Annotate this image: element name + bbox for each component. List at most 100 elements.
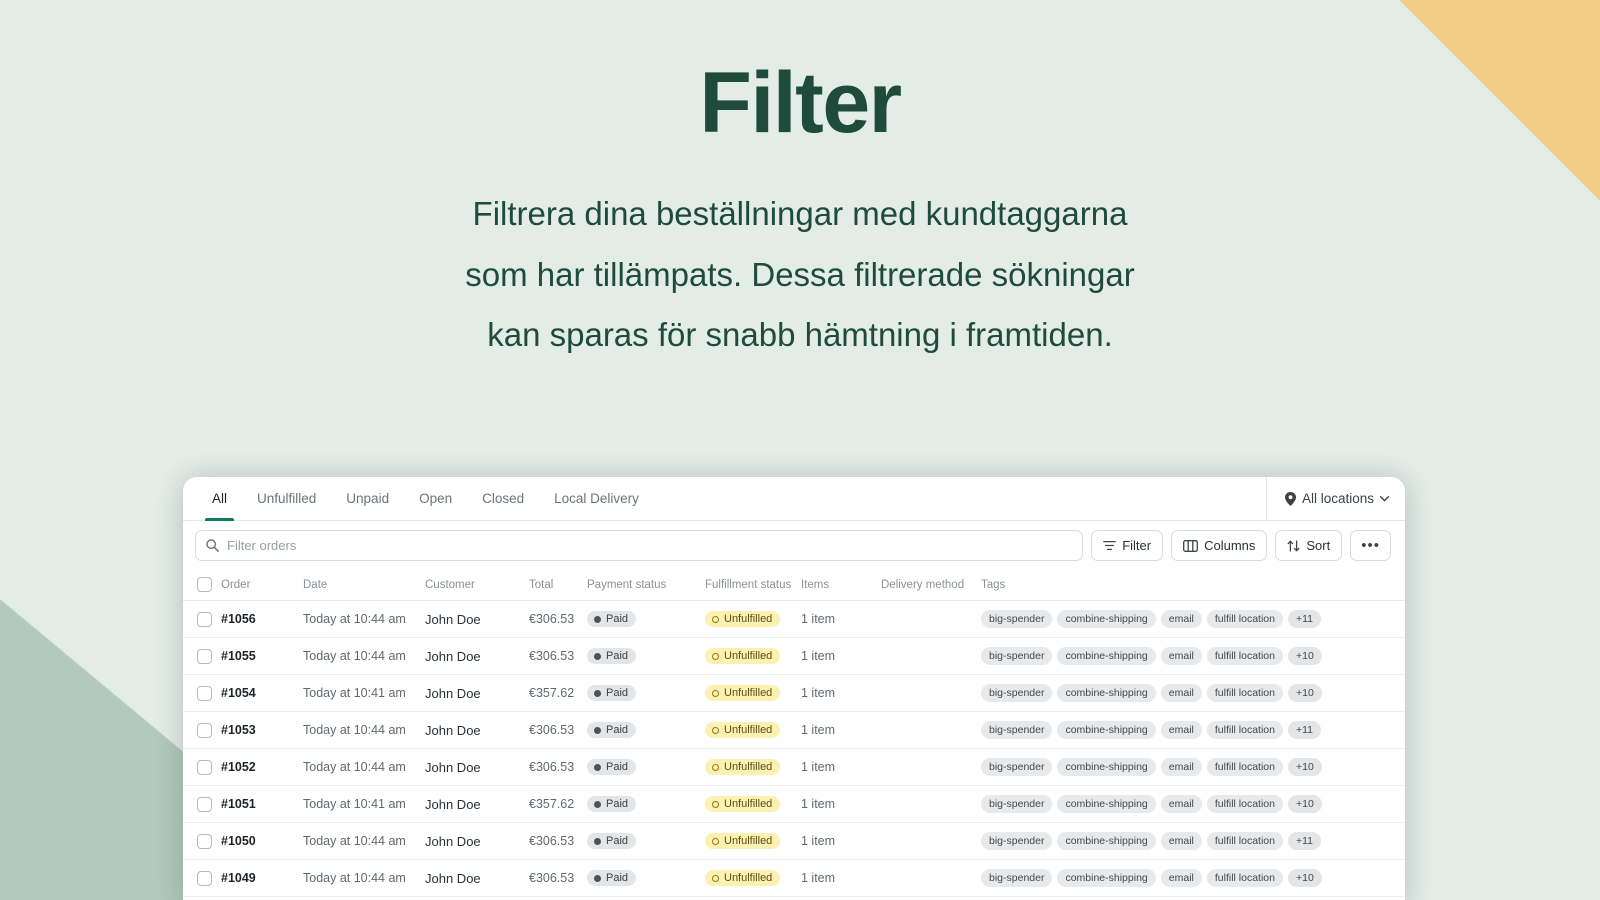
column-header-payment-status[interactable]: Payment status — [587, 570, 705, 601]
tab-unpaid[interactable]: Unpaid — [331, 477, 404, 520]
column-header-delivery-method[interactable]: Delivery method — [881, 570, 981, 601]
column-header-order[interactable]: Order — [221, 570, 303, 601]
order-tag[interactable]: combine-shipping — [1057, 795, 1156, 813]
order-tag[interactable]: fulfill location — [1206, 832, 1283, 850]
hero-section: Filter Filtrera dina beställningar med k… — [0, 0, 1600, 365]
tab-all[interactable]: All — [197, 477, 242, 521]
order-tag[interactable]: fulfill location — [1206, 721, 1283, 739]
table-row[interactable]: #1053 Today at 10:44 am John Doe €306.53… — [183, 711, 1405, 749]
order-tag[interactable]: email — [1160, 795, 1202, 813]
order-tag[interactable]: big-spender — [981, 758, 1053, 776]
cell-delivery-method — [881, 859, 981, 897]
order-number[interactable]: #1050 — [221, 834, 256, 848]
order-tag[interactable]: email — [1160, 610, 1202, 628]
cell-customer: John Doe — [425, 896, 529, 900]
row-checkbox[interactable] — [197, 796, 212, 812]
table-row[interactable]: #1052 Today at 10:44 am John Doe €306.53… — [183, 748, 1405, 786]
tag-overflow-count[interactable]: +11 — [1287, 832, 1322, 850]
status-dot-filled-icon — [594, 763, 601, 771]
order-tag[interactable]: combine-shipping — [1057, 721, 1156, 739]
tab-local-delivery[interactable]: Local Delivery — [539, 477, 654, 520]
order-tag[interactable]: combine-shipping — [1057, 832, 1156, 850]
table-row[interactable]: #1051 Today at 10:41 am John Doe €357.62… — [183, 785, 1405, 823]
table-row[interactable]: #1055 Today at 10:44 am John Doe €306.53… — [183, 637, 1405, 675]
order-number[interactable]: #1054 — [221, 686, 256, 700]
column-header-total[interactable]: Total — [529, 570, 587, 601]
location-selector[interactable]: All locations — [1265, 477, 1405, 520]
order-number[interactable]: #1049 — [221, 871, 256, 885]
sort-button[interactable]: Sort — [1275, 530, 1343, 561]
order-tag[interactable]: combine-shipping — [1057, 869, 1156, 887]
order-tag[interactable]: email — [1160, 758, 1202, 776]
row-checkbox[interactable] — [197, 759, 212, 775]
row-checkbox[interactable] — [197, 722, 212, 738]
order-tag[interactable]: email — [1160, 647, 1202, 665]
search-placeholder: Filter orders — [227, 538, 297, 553]
tag-overflow-count[interactable]: +10 — [1287, 795, 1322, 813]
order-number[interactable]: #1053 — [221, 723, 256, 737]
order-number[interactable]: #1055 — [221, 649, 256, 663]
order-number[interactable]: #1052 — [221, 760, 256, 774]
order-tag[interactable]: fulfill location — [1206, 647, 1283, 665]
table-row[interactable]: #1054 Today at 10:41 am John Doe €357.62… — [183, 674, 1405, 712]
column-header-date[interactable]: Date — [303, 570, 425, 601]
order-tag[interactable]: email — [1160, 721, 1202, 739]
order-tag[interactable]: big-spender — [981, 869, 1053, 887]
column-header-items[interactable]: Items — [801, 570, 881, 601]
order-tag[interactable]: combine-shipping — [1057, 610, 1156, 628]
order-tag[interactable]: big-spender — [981, 795, 1053, 813]
map-pin-icon — [1284, 491, 1296, 506]
order-tag[interactable]: fulfill location — [1206, 758, 1283, 776]
table-row[interactable]: #1054 Today at 10:41 am John Doe €357.62… — [183, 896, 1405, 900]
tag-overflow-count[interactable]: +10 — [1287, 758, 1322, 776]
table-row[interactable]: #1050 Today at 10:44 am John Doe €306.53… — [183, 822, 1405, 860]
columns-button[interactable]: Columns — [1171, 530, 1268, 561]
tag-overflow-count[interactable]: +10 — [1287, 684, 1322, 702]
order-tag[interactable]: email — [1160, 832, 1202, 850]
order-number[interactable]: #1051 — [221, 797, 256, 811]
status-dot-ring-icon — [712, 763, 719, 771]
tab-open[interactable]: Open — [404, 477, 467, 520]
order-tag[interactable]: email — [1160, 869, 1202, 887]
table-row[interactable]: #1056 Today at 10:44 am John Doe €306.53… — [183, 600, 1405, 638]
order-tag[interactable]: big-spender — [981, 832, 1053, 850]
customer-name: John Doe — [425, 833, 481, 849]
order-tag[interactable]: combine-shipping — [1057, 758, 1156, 776]
row-select-cell — [183, 637, 221, 675]
order-tag[interactable]: big-spender — [981, 610, 1053, 628]
order-tag[interactable]: combine-shipping — [1057, 684, 1156, 702]
cell-payment-status: Paid — [587, 822, 705, 860]
order-tag[interactable]: fulfill location — [1206, 684, 1283, 702]
order-tag[interactable]: fulfill location — [1206, 795, 1283, 813]
row-checkbox[interactable] — [197, 833, 212, 849]
row-checkbox[interactable] — [197, 611, 212, 627]
order-tag[interactable]: big-spender — [981, 721, 1053, 739]
order-tag[interactable]: fulfill location — [1206, 869, 1283, 887]
select-all-checkbox[interactable] — [197, 577, 212, 592]
column-header-customer[interactable]: Customer — [425, 570, 529, 601]
tab-closed[interactable]: Closed — [467, 477, 539, 520]
tag-overflow-count[interactable]: +10 — [1287, 869, 1322, 887]
tag-overflow-count[interactable]: +11 — [1287, 610, 1322, 628]
column-header-tags[interactable]: Tags — [981, 570, 1405, 601]
order-tag[interactable]: fulfill location — [1206, 610, 1283, 628]
order-tag[interactable]: big-spender — [981, 647, 1053, 665]
row-checkbox[interactable] — [197, 870, 212, 886]
row-checkbox[interactable] — [197, 685, 212, 701]
search-input[interactable]: Filter orders — [195, 530, 1084, 561]
order-number[interactable]: #1056 — [221, 612, 256, 626]
tag-overflow-count[interactable]: +11 — [1287, 721, 1322, 739]
tag-overflow-count[interactable]: +10 — [1287, 647, 1322, 665]
cell-total: €357.62 — [529, 674, 587, 712]
order-tag[interactable]: combine-shipping — [1057, 647, 1156, 665]
order-tag[interactable]: big-spender — [981, 684, 1053, 702]
tab-unfulfilled[interactable]: Unfulfilled — [242, 477, 331, 520]
customer-name: John Doe — [425, 796, 481, 812]
table-row[interactable]: #1049 Today at 10:44 am John Doe €306.53… — [183, 859, 1405, 897]
more-actions-button[interactable]: ••• — [1350, 530, 1391, 561]
order-tag[interactable]: email — [1160, 684, 1202, 702]
row-checkbox[interactable] — [197, 648, 212, 664]
column-header-fulfillment-status[interactable]: Fulfillment status — [705, 570, 801, 601]
filter-button[interactable]: Filter — [1091, 530, 1164, 561]
cell-customer: John Doe — [425, 748, 529, 786]
